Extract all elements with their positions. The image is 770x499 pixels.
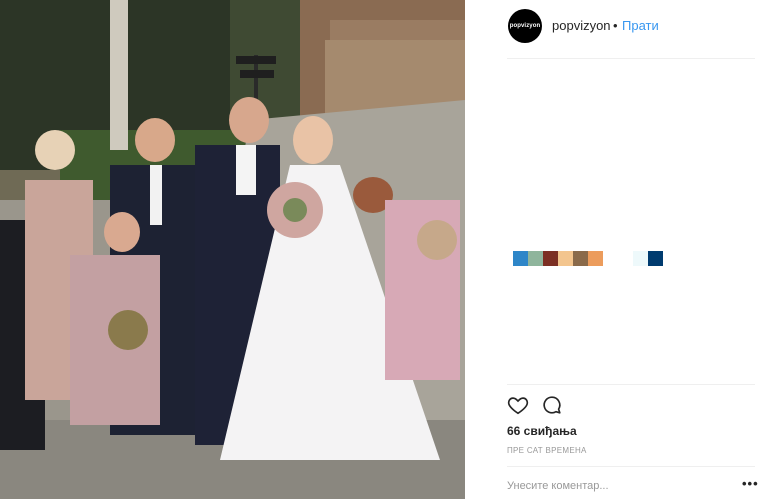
more-options-icon[interactable]: ••• [742, 476, 759, 491]
actions-divider [507, 384, 755, 385]
color-swatch [618, 251, 633, 266]
comment-input[interactable]: Унесите коментар... [507, 480, 609, 492]
color-swatch [603, 251, 618, 266]
color-swatch [633, 251, 648, 266]
username-link[interactable]: popvizyon [552, 18, 611, 33]
color-swatch [648, 251, 663, 266]
likes-count[interactable]: 66 свиђања [507, 424, 577, 438]
color-swatch [573, 251, 588, 266]
header-divider [507, 58, 755, 59]
comment-bubble-icon[interactable] [541, 394, 563, 416]
heart-icon[interactable] [507, 394, 529, 416]
color-swatch [528, 251, 543, 266]
avatar[interactable]: popvizyon [508, 9, 542, 43]
color-swatch [558, 251, 573, 266]
post-timestamp[interactable]: ПРЕ САТ ВРЕМЕНА [507, 446, 587, 455]
color-swatch [543, 251, 558, 266]
separator-dot: • [613, 18, 618, 33]
post-photo[interactable] [0, 0, 465, 499]
color-swatch-strip [513, 251, 663, 266]
follow-button[interactable]: Прати [622, 18, 659, 33]
color-swatch [513, 251, 528, 266]
post-header: popvizyon popvizyon • Прати [465, 0, 770, 52]
post-sidebar: popvizyon popvizyon • Прати 66 свиђања П… [465, 0, 770, 499]
comment-divider [507, 466, 755, 467]
color-swatch [588, 251, 603, 266]
